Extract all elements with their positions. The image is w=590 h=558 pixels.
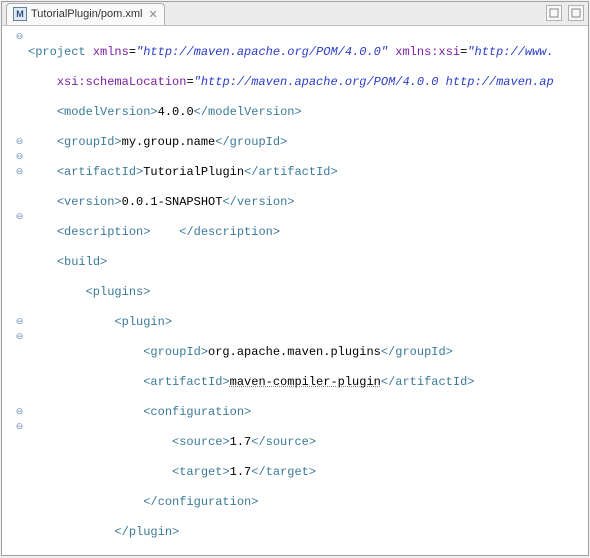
tab-label: TutorialPlugin/pom.xml bbox=[31, 8, 142, 20]
fold-icon[interactable]: ⊖ bbox=[15, 408, 24, 417]
tab-bar-controls bbox=[546, 5, 584, 21]
fold-icon[interactable]: ⊖ bbox=[15, 33, 24, 42]
gutter: ⊖ ⊖ ⊖ ⊖ ⊖ ⊖ ⊖ ⊖ ⊖ bbox=[2, 26, 28, 555]
code-area[interactable]: ⊖ ⊖ ⊖ ⊖ ⊖ ⊖ ⊖ ⊖ ⊖ bbox=[2, 26, 588, 555]
editor-tab[interactable]: M TutorialPlugin/pom.xml ✕ bbox=[6, 3, 165, 25]
maximize-button[interactable] bbox=[568, 5, 584, 21]
maven-file-icon: M bbox=[13, 7, 27, 21]
tab-bar: M TutorialPlugin/pom.xml ✕ bbox=[2, 2, 588, 26]
fold-icon[interactable]: ⊖ bbox=[15, 213, 24, 222]
close-icon[interactable]: ✕ bbox=[148, 8, 157, 21]
editor-pane: M TutorialPlugin/pom.xml ✕ ⊖ ⊖ ⊖ ⊖ bbox=[1, 1, 589, 556]
fold-icon[interactable]: ⊖ bbox=[15, 153, 24, 162]
fold-icon[interactable]: ⊖ bbox=[15, 168, 24, 177]
fold-icon[interactable]: ⊖ bbox=[15, 138, 24, 147]
fold-icon[interactable]: ⊖ bbox=[15, 318, 24, 327]
xml-source[interactable]: <project xmlns="http://maven.apache.org/… bbox=[28, 26, 588, 555]
fold-icon[interactable]: ⊖ bbox=[15, 423, 24, 432]
minimize-button[interactable] bbox=[546, 5, 562, 21]
fold-icon[interactable]: ⊖ bbox=[15, 333, 24, 342]
